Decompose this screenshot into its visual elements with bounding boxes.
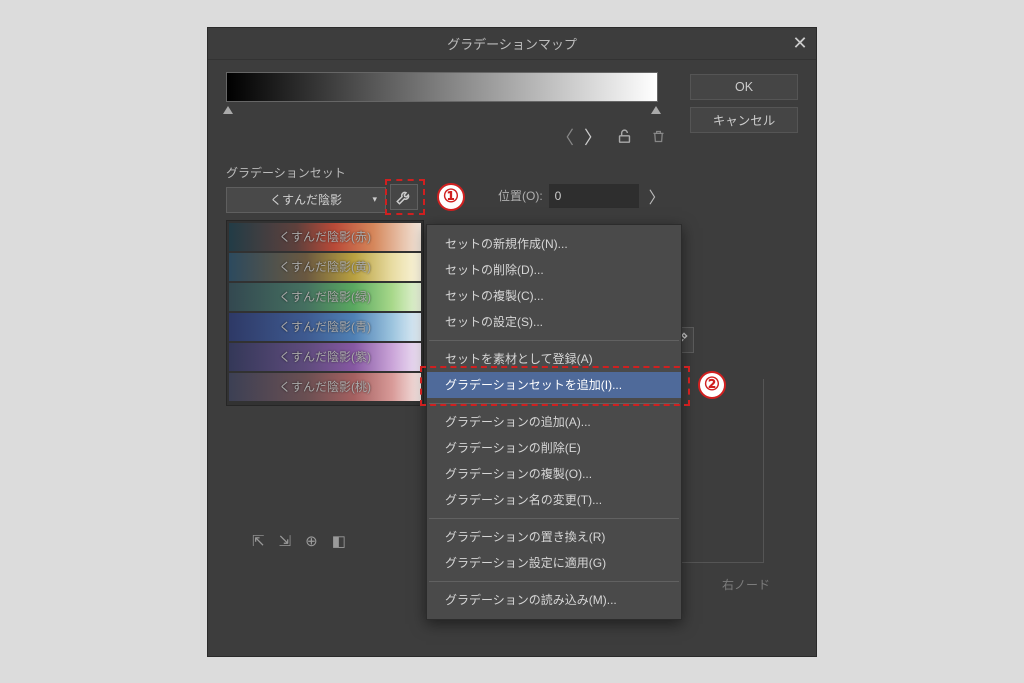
gradient-stop-left[interactable] xyxy=(223,106,233,114)
chevron-down-icon: ▾ xyxy=(372,194,377,205)
next-icon[interactable]: 〉 xyxy=(584,124,602,150)
duplicate-icon[interactable]: ◧ xyxy=(332,532,346,550)
close-button[interactable]: ✕ xyxy=(788,32,812,56)
menu-separator xyxy=(429,581,679,582)
menu-new-set[interactable]: セットの新規作成(N)... xyxy=(427,231,681,257)
gradient-markers xyxy=(226,108,658,118)
gradient-preset-item[interactable]: くすんだ陰影(桃) xyxy=(229,373,421,401)
gradient-stop-right[interactable] xyxy=(651,106,661,114)
ok-button[interactable]: OK xyxy=(690,74,798,100)
gradient-preset-item[interactable]: くすんだ陰影(青) xyxy=(229,313,421,341)
menu-add-gradation[interactable]: グラデーションの追加(A)... xyxy=(427,409,681,435)
menu-register-material[interactable]: セットを素材として登録(A) xyxy=(427,346,681,372)
export-icon[interactable]: ⇲ xyxy=(279,532,292,550)
wrench-menu: セットの新規作成(N)... セットの削除(D)... セットの複製(C)...… xyxy=(426,224,682,620)
position-label: 位置(O): xyxy=(498,187,543,204)
menu-separator xyxy=(429,340,679,341)
add-icon[interactable]: ⊕ xyxy=(305,532,318,550)
gradient-preview[interactable] xyxy=(226,72,658,102)
gradient-preset-item[interactable]: くすんだ陰影(紫) xyxy=(229,343,421,371)
side-buttons: OK キャンセル xyxy=(690,74,798,133)
menu-delete-gradation[interactable]: グラデーションの削除(E) xyxy=(427,435,681,461)
gradient-preset-item[interactable]: くすんだ陰影(緑) xyxy=(229,283,421,311)
prev-icon[interactable]: 〈 xyxy=(556,124,574,150)
gradient-preset-item[interactable]: くすんだ陰影(赤) xyxy=(229,223,421,251)
lock-icon[interactable] xyxy=(612,125,636,149)
gradient-preset-item[interactable]: くすんだ陰影(黄) xyxy=(229,253,421,281)
menu-rename-gradation[interactable]: グラデーション名の変更(T)... xyxy=(427,487,681,513)
lower-panel: グラデーションセット くすんだ陰影 ▾ ① 位置(O): 〉 くすんだ陰影(赤)… xyxy=(226,164,798,213)
gradient-set-label: グラデーションセット xyxy=(226,164,798,181)
menu-replace-gradation[interactable]: グラデーションの置き換え(R) xyxy=(427,524,681,550)
menu-duplicate-set[interactable]: セットの複製(C)... xyxy=(427,283,681,309)
menu-set-settings[interactable]: セットの設定(S)... xyxy=(427,309,681,335)
preset-toolbar: ⇱ ⇲ ⊕ ◧ xyxy=(252,532,346,550)
menu-apply-gradation[interactable]: グラデーション設定に適用(G) xyxy=(427,550,681,576)
gradient-set-dropdown[interactable]: くすんだ陰影 ▾ xyxy=(226,187,386,213)
menu-load-gradation[interactable]: グラデーションの読み込み(M)... xyxy=(427,587,681,613)
dialog-body: OK キャンセル 〈 〉 グラデーションセット くすんだ陰影 ▾ ① xyxy=(208,60,816,225)
position-more-icon[interactable]: 〉 xyxy=(649,184,665,208)
menu-separator xyxy=(429,518,679,519)
gradient-map-dialog: グラデーションマップ ✕ OK キャンセル 〈 〉 グラデーションセット xyxy=(207,27,817,657)
menu-separator xyxy=(429,403,679,404)
titlebar: グラデーションマップ ✕ xyxy=(208,28,816,60)
position-input[interactable] xyxy=(549,184,639,208)
trash-icon[interactable] xyxy=(646,125,670,149)
dialog-title: グラデーションマップ xyxy=(447,34,577,53)
wrench-button[interactable] xyxy=(390,184,418,210)
menu-duplicate-gradation[interactable]: グラデーションの複製(O)... xyxy=(427,461,681,487)
import-icon[interactable]: ⇱ xyxy=(252,532,265,550)
cancel-button[interactable]: キャンセル xyxy=(690,107,798,133)
close-icon: ✕ xyxy=(792,33,807,54)
gradient-set-selected: くすんだ陰影 xyxy=(270,191,342,208)
menu-add-gradient-set[interactable]: グラデーションセットを追加(I)... xyxy=(427,372,681,398)
gradient-preset-list: くすんだ陰影(赤) くすんだ陰影(黄) くすんだ陰影(緑) くすんだ陰影(青) … xyxy=(226,220,424,406)
position-group: 位置(O): 〉 xyxy=(498,184,665,208)
menu-delete-set[interactable]: セットの削除(D)... xyxy=(427,257,681,283)
right-node-label: 右ノード xyxy=(722,576,770,593)
annotation-badge-1: ① xyxy=(437,183,465,211)
